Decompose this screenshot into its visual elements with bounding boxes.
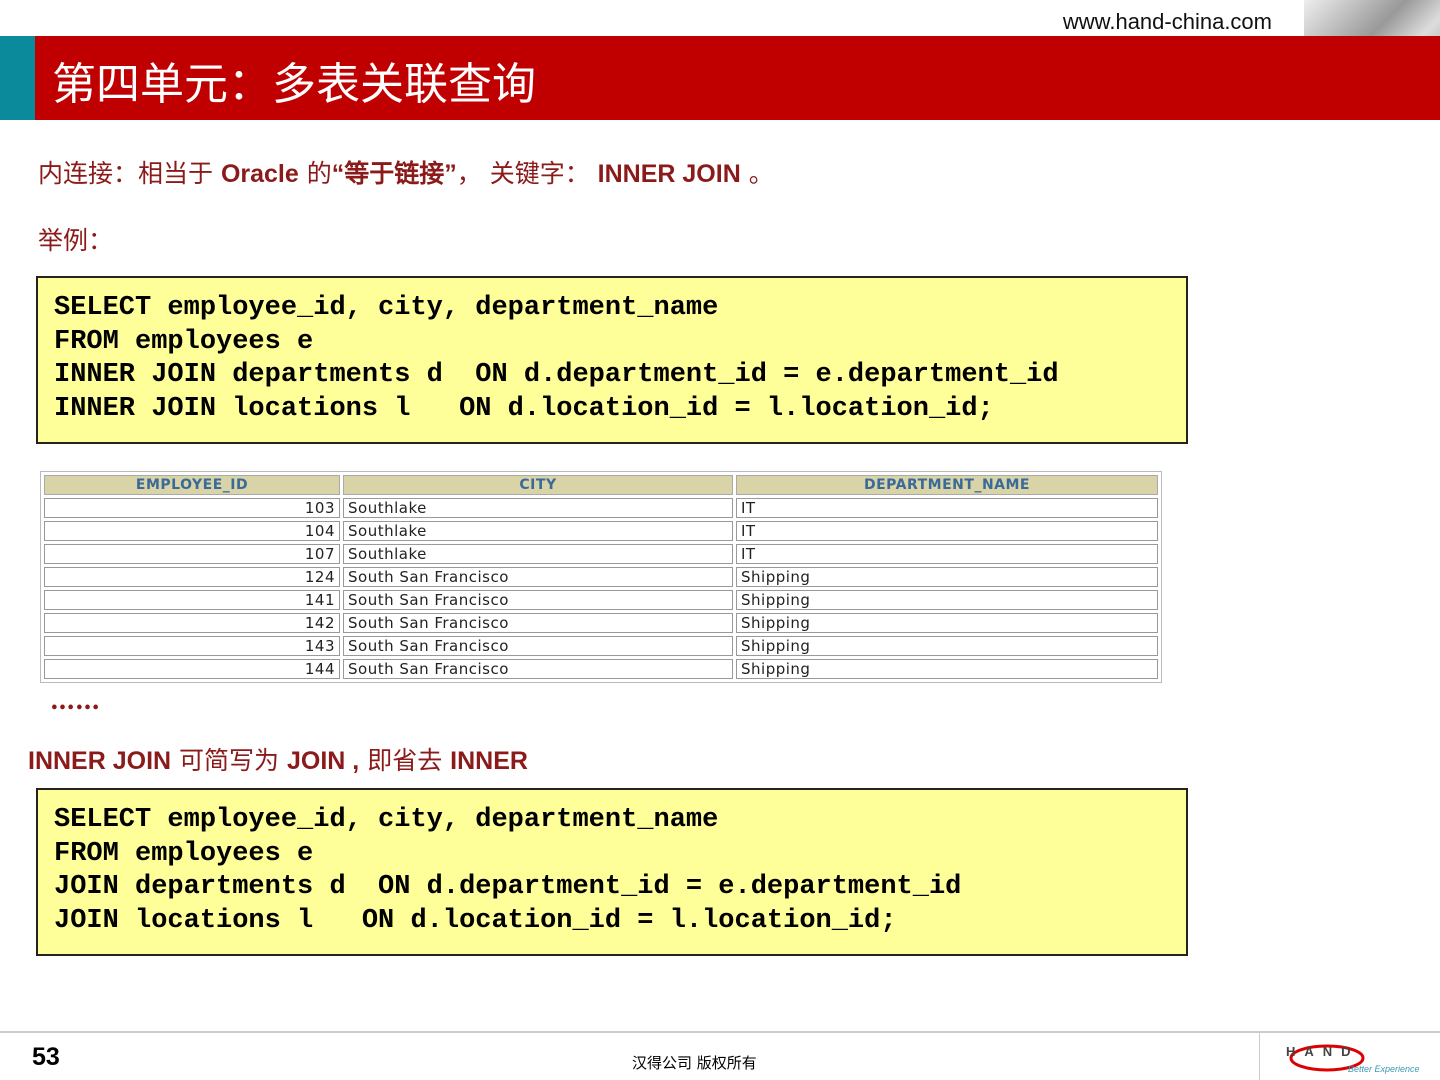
employee-id-cell: 107 — [44, 544, 340, 564]
example-label: 举例： — [38, 226, 114, 255]
city-cell: Southlake — [343, 544, 733, 564]
city-cell: South San Francisco — [343, 567, 733, 587]
table-row: 144 South San Francisco Shipping — [44, 659, 1158, 679]
table-row: 142 South San Francisco Shipping — [44, 613, 1158, 633]
city-cell: South San Francisco — [343, 613, 733, 633]
employee-id-cell: 103 — [44, 498, 340, 518]
table-row: 107 Southlake IT — [44, 544, 1158, 564]
employee-id-cell: 142 — [44, 613, 340, 633]
footer-divider — [0, 1031, 1440, 1033]
city-cell: South San Francisco — [343, 659, 733, 679]
page-number: 53 — [32, 1043, 60, 1071]
site-url: www.hand-china.com — [1062, 9, 1272, 34]
table-row: 141 South San Francisco Shipping — [44, 590, 1158, 610]
city-cell: Southlake — [343, 521, 733, 541]
code-block-join: SELECT employee_id, city, department_nam… — [36, 788, 1188, 956]
table-row: 104 Southlake IT — [44, 521, 1158, 541]
table-row: 124 South San Francisco Shipping — [44, 567, 1158, 587]
department-name-cell: Shipping — [736, 659, 1158, 679]
department-name-cell: Shipping — [736, 567, 1158, 587]
department-name-cell: IT — [736, 521, 1158, 541]
employee-id-cell: 104 — [44, 521, 340, 541]
city-cell: Southlake — [343, 498, 733, 518]
column-header: DEPARTMENT_NAME — [736, 475, 1158, 495]
hand-logo: HAND Better Experience — [1286, 1044, 1420, 1074]
employee-id-cell: 141 — [44, 590, 340, 610]
ellipsis: …… — [50, 686, 100, 715]
column-header: EMPLOYEE_ID — [44, 475, 340, 495]
table-row: 143 South San Francisco Shipping — [44, 636, 1158, 656]
code-block-inner-join: SELECT employee_id, city, department_nam… — [36, 276, 1188, 444]
employee-id-cell: 143 — [44, 636, 340, 656]
department-name-cell: IT — [736, 498, 1158, 518]
employee-id-cell: 124 — [44, 567, 340, 587]
city-cell: South San Francisco — [343, 590, 733, 610]
table-row: 103 Southlake IT — [44, 498, 1158, 518]
result-table: EMPLOYEE_ID CITY DEPARTMENT_NAME 103 Sout… — [40, 471, 1162, 683]
department-name-cell: Shipping — [736, 613, 1158, 633]
department-name-cell: IT — [736, 544, 1158, 564]
copyright: 汉得公司 版权所有 — [632, 1054, 757, 1072]
employee-id-cell: 144 — [44, 659, 340, 679]
department-name-cell: Shipping — [736, 590, 1158, 610]
column-header: CITY — [343, 475, 733, 495]
note-line: INNER JOIN 可简写为 JOIN , 即省去 INNER — [28, 746, 528, 775]
slide-title: 第四单元：多表关联查询 — [52, 59, 536, 110]
svg-text:Better Experience: Better Experience — [1348, 1064, 1420, 1074]
department-name-cell: Shipping — [736, 636, 1158, 656]
svg-text:HAND: HAND — [1286, 1044, 1360, 1059]
accent-block — [0, 36, 35, 120]
city-cell: South San Francisco — [343, 636, 733, 656]
intro-line: 内连接：相当于 Oracle 的“等于链接”， 关键字： INNER JOIN … — [38, 159, 774, 188]
footer-separator — [1259, 1033, 1260, 1080]
